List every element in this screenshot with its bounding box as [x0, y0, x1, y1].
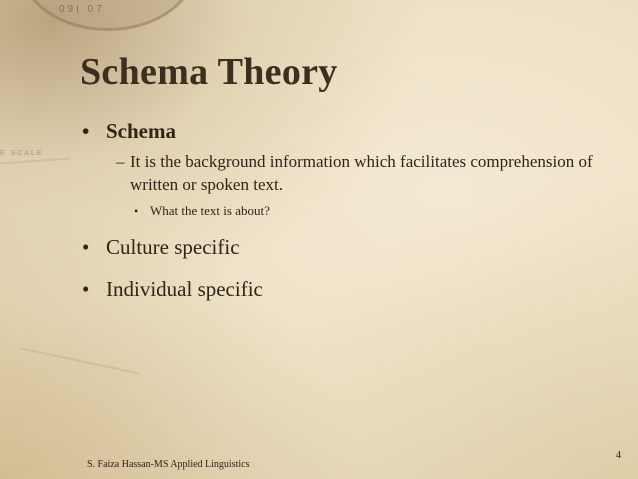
bullet-marker: •	[82, 277, 90, 301]
bullet-item: • Individual specific	[82, 276, 612, 302]
bullet-marker: •	[82, 235, 90, 259]
sub-bullet-text: It is the background information which f…	[130, 152, 593, 194]
slide: 09I 07 E SCALE Schema Theory • Schema – …	[0, 0, 638, 479]
map-scale-label: E SCALE	[0, 150, 44, 157]
bullet-list: • Schema – It is the background informat…	[82, 118, 612, 302]
map-line-decoration	[21, 347, 139, 375]
bullet-text: Individual specific	[106, 277, 263, 301]
bullet-marker: •	[82, 119, 90, 143]
map-line-decoration	[0, 157, 70, 165]
sub-bullet-marker: –	[116, 152, 125, 171]
bullet-item: • Schema	[82, 118, 612, 144]
page-number: 4	[616, 450, 621, 461]
sub-sub-bullet-marker: •	[134, 204, 139, 218]
sub-sub-bullet-item: • What the text is about?	[134, 202, 612, 220]
compass-decoration: 09I 07	[20, 0, 196, 31]
sub-sub-bullet-text: What the text is about?	[150, 203, 270, 218]
bullet-text: Culture specific	[106, 235, 240, 259]
sub-bullet-item: – It is the background information which…	[106, 150, 612, 196]
slide-footer: S. Faiza Hassan-MS Applied Linguistics	[87, 459, 250, 470]
bullet-text: Schema	[106, 119, 176, 143]
slide-title: Schema Theory	[80, 51, 338, 93]
compass-text: 09I 07	[59, 4, 105, 15]
bullet-item: • Culture specific	[82, 234, 612, 260]
